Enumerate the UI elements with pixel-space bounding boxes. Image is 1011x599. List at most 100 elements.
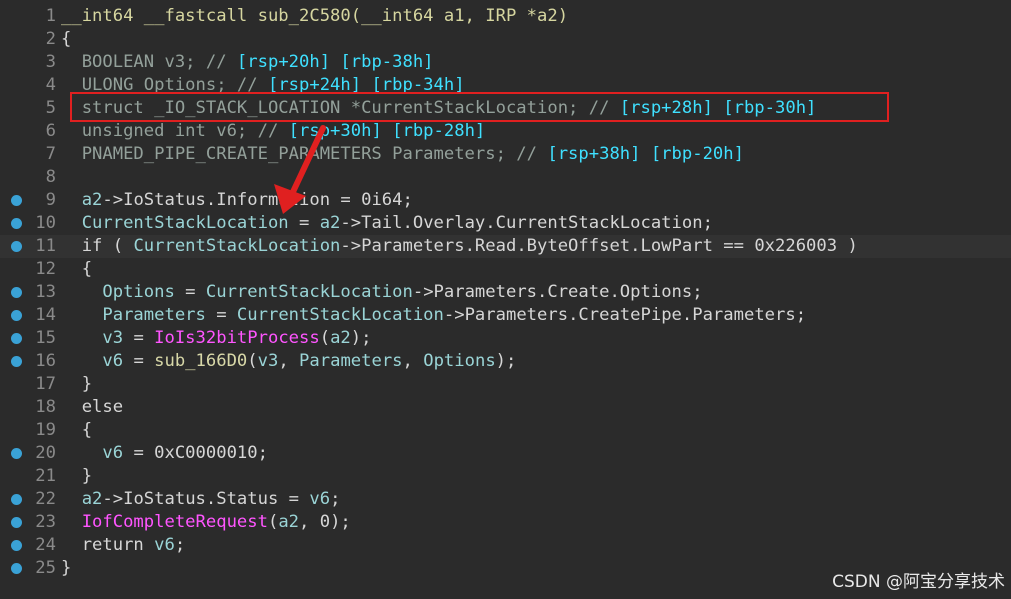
code-line[interactable]: 12 {: [0, 258, 1011, 281]
code-line[interactable]: 15 v3 = IoIs32bitProcess(a2);: [0, 327, 1011, 350]
code-token: sub_166D0: [154, 351, 248, 371]
code-token: (: [319, 328, 331, 348]
code-line[interactable]: 3 BOOLEAN v3; // [rsp+20h] [rbp-38h]: [0, 51, 1011, 74]
code-token: v6: [154, 535, 175, 555]
code-token: {: [61, 259, 93, 279]
code-token: [rsp+20h] [rbp-38h]: [236, 52, 434, 72]
code-line[interactable]: 21 }: [0, 465, 1011, 488]
code-token: if (: [61, 236, 134, 256]
code-token: v6: [61, 443, 124, 463]
code-text: return v6;: [61, 534, 186, 557]
line-number: 15: [35, 328, 56, 348]
code-line[interactable]: 24 return v6;: [0, 534, 1011, 557]
code-line[interactable]: 23 IofCompleteRequest(a2, 0);: [0, 511, 1011, 534]
code-text: unsigned int v6; // [rsp+30h] [rbp-28h]: [61, 120, 486, 143]
code-text: IofCompleteRequest(a2, 0);: [61, 511, 351, 534]
code-token: ->IoStatus.Information = 0i64;: [102, 190, 413, 210]
line-number: 2: [45, 29, 56, 49]
code-line[interactable]: 8: [0, 166, 1011, 189]
code-token: =: [288, 213, 320, 233]
code-token: CurrentStackLocation: [61, 213, 289, 233]
code-text: v6 = sub_166D0(v3, Parameters, Options);: [61, 350, 516, 373]
code-token: ->Parameters.Create.Options;: [412, 282, 703, 302]
watermark: CSDN @阿宝分享技术: [832, 572, 1005, 592]
line-number: 3: [45, 52, 56, 72]
code-line[interactable]: 16 v6 = sub_166D0(v3, Parameters, Option…: [0, 350, 1011, 373]
line-number: 13: [35, 282, 56, 302]
code-line[interactable]: 19 {: [0, 419, 1011, 442]
line-number: 14: [35, 305, 56, 325]
code-line[interactable]: 2{: [0, 28, 1011, 51]
code-token: ->Parameters.CreatePipe.Parameters;: [443, 305, 807, 325]
code-line[interactable]: 11 if ( CurrentStackLocation->Parameters…: [0, 235, 1011, 258]
code-text: {: [61, 28, 71, 51]
pseudocode-editor[interactable]: 1 __int64 __fastcall sub_2C580(__int64 a1…: [0, 0, 1011, 599]
code-token: a2: [61, 190, 103, 210]
line-number: 6: [45, 121, 56, 141]
code-text: v6 = 0xC0000010;: [61, 442, 268, 465]
code-line[interactable]: 18 else: [0, 396, 1011, 419]
code-token: a2: [61, 489, 103, 509]
code-text: PNAMED_PIPE_CREATE_PARAMETERS Parameters…: [61, 143, 744, 166]
line-number: 12: [35, 259, 56, 279]
code-token: PNAMED_PIPE_CREATE_PARAMETERS Parameters…: [61, 144, 548, 164]
code-token: Parameters: [299, 351, 403, 371]
line-number: 25: [35, 558, 56, 578]
code-token: IoIs32bitProcess: [154, 328, 320, 348]
code-token: CurrentStackLocation: [236, 305, 444, 325]
code-token: (: [267, 512, 279, 532]
code-line[interactable]: 20 v6 = 0xC0000010;: [0, 442, 1011, 465]
code-token: );: [350, 328, 372, 348]
code-token: ,: [402, 351, 424, 371]
code-line[interactable]: 22 a2->IoStatus.Status = v6;: [0, 488, 1011, 511]
line-number: 20: [35, 443, 56, 463]
code-token: =: [123, 328, 155, 348]
code-token: Parameters: [61, 305, 206, 325]
code-line[interactable]: 6 unsigned int v6; // [rsp+30h] [rbp-28h…: [0, 120, 1011, 143]
code-token: ->Parameters.Read.ByteOffset.LowPart == …: [340, 236, 858, 256]
code-token: );: [495, 351, 517, 371]
code-token: }: [61, 558, 72, 578]
line-number: 24: [35, 535, 56, 555]
code-token: v6: [61, 351, 124, 371]
code-line[interactable]: 1 __int64 __fastcall sub_2C580(__int64 a1…: [0, 5, 1011, 28]
code-token: ;: [174, 535, 186, 555]
highlight-box: [70, 92, 889, 122]
code-token: v6: [309, 489, 331, 509]
code-text: Options = CurrentStackLocation->Paramete…: [61, 281, 703, 304]
code-token: return: [61, 535, 155, 555]
line-number: 7: [45, 144, 56, 164]
code-text: }: [61, 557, 71, 580]
code-line[interactable]: 17 }: [0, 373, 1011, 396]
code-token: [rsp+38h] [rbp-20h]: [547, 144, 744, 164]
code-token: else: [61, 397, 124, 417]
code-token: v3: [61, 328, 124, 348]
line-number: 9: [45, 190, 56, 210]
code-line[interactable]: 7 PNAMED_PIPE_CREATE_PARAMETERS Paramete…: [0, 143, 1011, 166]
code-text: v3 = IoIs32bitProcess(a2);: [61, 327, 371, 350]
code-text: Parameters = CurrentStackLocation->Param…: [61, 304, 806, 327]
code-token: v3: [257, 351, 279, 371]
code-token: CurrentStackLocation: [133, 236, 341, 256]
line-number: 17: [35, 374, 56, 394]
code-text: BOOLEAN v3; // [rsp+20h] [rbp-38h]: [61, 51, 434, 74]
code-line[interactable]: 14 Parameters = CurrentStackLocation->Pa…: [0, 304, 1011, 327]
code-token: ,: [278, 351, 300, 371]
code-text: else: [61, 396, 123, 419]
code-token: = 0xC0000010;: [123, 443, 268, 463]
code-token: ;: [330, 489, 341, 509]
code-text: }: [61, 373, 92, 396]
code-token: __int64 __fastcall sub_2C580(__int64 a1,…: [61, 6, 569, 26]
line-number: 4: [45, 75, 56, 95]
line-number: 18: [35, 397, 56, 417]
code-token: {: [61, 420, 93, 440]
code-line[interactable]: 9 a2->IoStatus.Information = 0i64;: [0, 189, 1011, 212]
code-token: [rsp+30h] [rbp-28h]: [288, 121, 486, 141]
code-line[interactable]: 13 Options = CurrentStackLocation->Param…: [0, 281, 1011, 304]
code-token: CurrentStackLocation: [205, 282, 413, 302]
code-text: a2->IoStatus.Status = v6;: [61, 488, 341, 511]
code-token: BOOLEAN v3; //: [61, 52, 237, 72]
code-text: {: [61, 258, 92, 281]
code-line[interactable]: 10 CurrentStackLocation = a2->Tail.Overl…: [0, 212, 1011, 235]
code-token: }: [61, 374, 93, 394]
